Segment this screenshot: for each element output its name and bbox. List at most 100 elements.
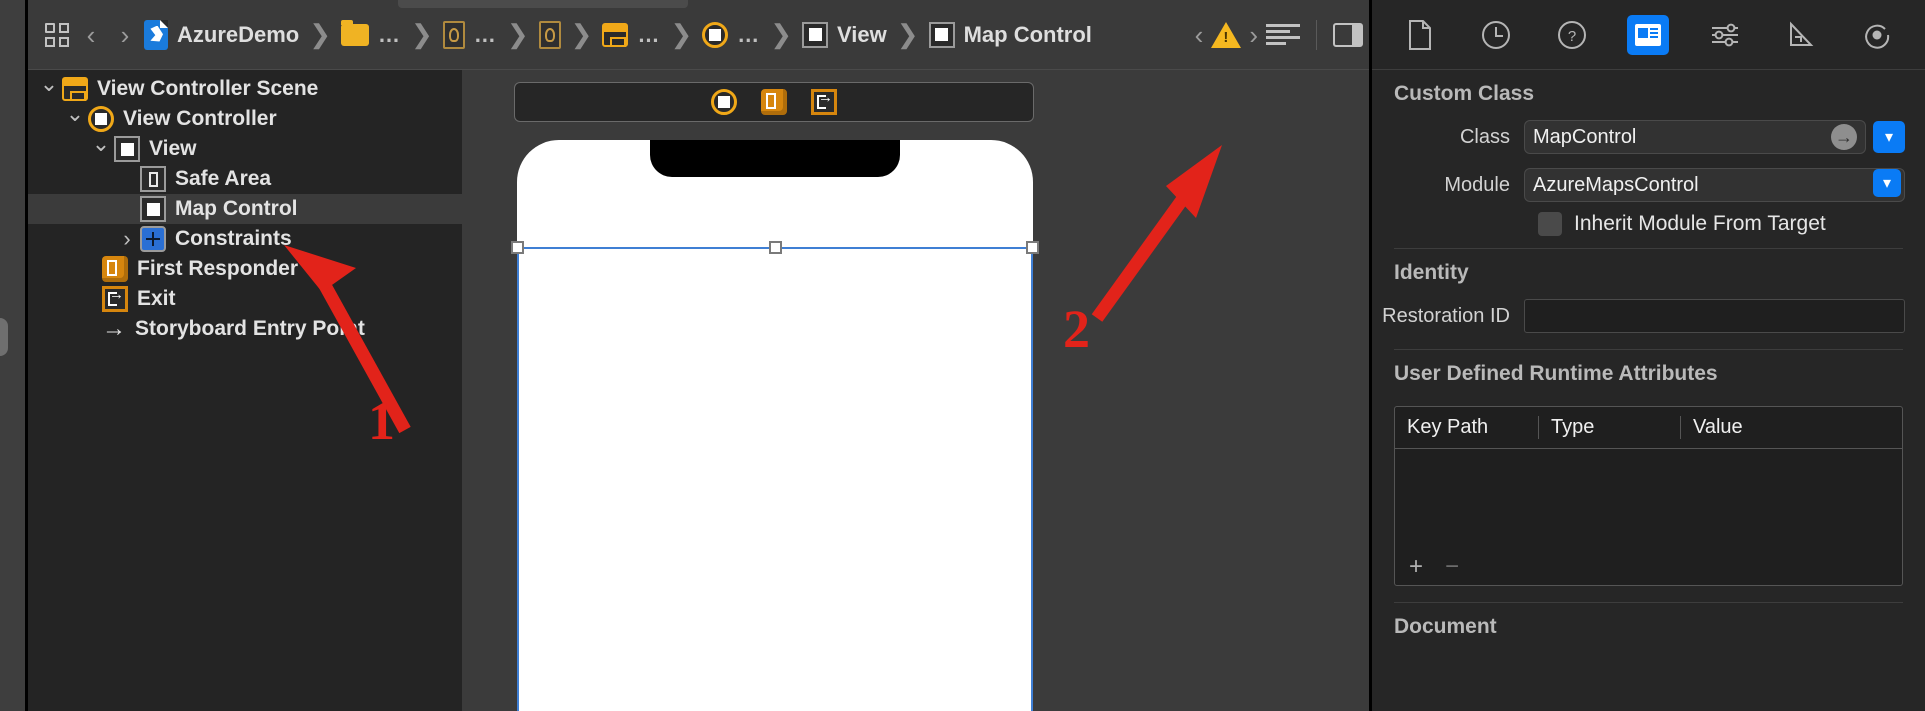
outline-row-label: View Controller Scene <box>97 77 319 100</box>
first-responder-icon[interactable] <box>761 89 787 115</box>
help-inspector-tab[interactable]: ? <box>1551 15 1593 55</box>
warning-icon[interactable] <box>1211 21 1242 48</box>
breadcrumb-separator: ❯ <box>570 19 593 49</box>
disclosure-triangle-icon[interactable] <box>62 106 88 132</box>
scene-icon <box>602 22 629 47</box>
file-inspector-tab[interactable] <box>1399 15 1441 55</box>
xcode-window: ‹ › AzureDemo ❯ … ❯ … ❯ ❯ … ❯ … ❯ View ❯… <box>0 0 1925 711</box>
breadcrumb-folder[interactable]: … <box>339 19 403 48</box>
view-icon <box>140 196 166 222</box>
previous-issue-button[interactable]: ‹ <box>1195 22 1204 48</box>
panel-resize-handle[interactable] <box>0 318 8 356</box>
breadcrumb-view[interactable]: View <box>800 21 889 48</box>
breadcrumb-file[interactable]: … <box>441 20 499 49</box>
navigator-gutter <box>0 0 25 711</box>
module-field[interactable]: AzureMapsControl ▾ <box>1524 168 1905 202</box>
view-controller-icon <box>88 106 114 132</box>
breadcrumb-label: Map Control <box>963 21 1092 47</box>
outline-row-map-control[interactable]: Map Control <box>28 194 462 224</box>
table-header-row: Key Path Type Value <box>1395 407 1902 449</box>
document-outline[interactable]: View Controller Scene View Controller Vi… <box>28 70 462 711</box>
exit-icon[interactable] <box>811 89 837 115</box>
disclosure-triangle-icon[interactable] <box>36 76 62 102</box>
breadcrumb-file-2[interactable] <box>537 20 563 49</box>
inspector-content: Custom Class Class MapControl → ▾ Module… <box>1372 70 1925 649</box>
outline-row-storyboard-entry-point[interactable]: → Storyboard Entry Point <box>28 314 462 344</box>
inherit-module-checkbox[interactable] <box>1538 212 1562 236</box>
outline-row-view-controller-scene[interactable]: View Controller Scene <box>28 74 462 104</box>
runtime-attributes-table[interactable]: Key Path Type Value + − <box>1394 406 1903 586</box>
jump-bar-right-group: ‹ › <box>1195 19 1363 50</box>
outline-row-label: Exit <box>137 287 176 310</box>
next-issue-button[interactable]: › <box>1249 22 1258 48</box>
selection-left-edge <box>517 247 519 711</box>
selection-handle-right[interactable] <box>1026 241 1039 254</box>
swift-file-icon <box>144 19 168 50</box>
jump-bar: ‹ › AzureDemo ❯ … ❯ … ❯ ❯ … ❯ … ❯ View ❯… <box>28 0 1369 70</box>
folder-icon <box>341 19 370 46</box>
identity-inspector-tab[interactable] <box>1627 14 1670 55</box>
breadcrumb-separator: ❯ <box>411 19 433 49</box>
class-field[interactable]: MapControl → <box>1524 120 1866 154</box>
panel-right-icon[interactable] <box>1333 22 1363 47</box>
breadcrumb-label: … <box>737 21 761 47</box>
identity-section-title: Identity <box>1394 261 1469 284</box>
document-icon <box>1409 19 1432 50</box>
scene-dock[interactable] <box>514 82 1034 122</box>
restoration-id-label: Restoration ID <box>1382 304 1510 327</box>
class-dropdown-button[interactable]: ▾ <box>1873 121 1905 153</box>
storyboard-doc-icon <box>538 20 561 49</box>
connections-inspector-tab[interactable] <box>1856 15 1898 55</box>
related-items-button[interactable] <box>40 18 74 52</box>
module-dropdown-button[interactable]: ▾ <box>1873 169 1901 197</box>
column-header-type: Type <box>1538 416 1680 439</box>
device-preview[interactable] <box>511 140 1039 711</box>
chevron-left-icon: ‹ <box>86 19 96 50</box>
view-icon <box>114 136 140 162</box>
device-notch <box>650 140 900 177</box>
breadcrumb-view-controller[interactable]: … <box>700 21 762 48</box>
view-controller-icon[interactable] <box>711 89 737 115</box>
breadcrumb-separator: ❯ <box>506 19 529 49</box>
outline-row-first-responder[interactable]: First Responder <box>28 254 462 284</box>
outline-row-view[interactable]: View <box>28 134 462 164</box>
restoration-id-input[interactable] <box>1524 299 1905 333</box>
outline-row-label: Safe Area <box>175 167 272 190</box>
attributes-inspector-tab[interactable] <box>1704 15 1746 55</box>
selection-handle-center[interactable] <box>769 241 782 254</box>
toolbar-divider <box>1316 19 1317 50</box>
outline-row-label: View Controller <box>123 107 277 130</box>
breadcrumb-map-control[interactable]: Map Control <box>927 21 1094 48</box>
inherit-module-row[interactable]: Inherit Module From Target <box>1372 212 1925 236</box>
jump-to-definition-icon[interactable]: → <box>1831 124 1857 150</box>
table-body[interactable] <box>1395 449 1902 549</box>
breadcrumb-separator: ❯ <box>309 19 332 49</box>
editor-tab-stub[interactable] <box>398 0 688 8</box>
outline-row-label: Constraints <box>175 227 292 250</box>
column-header-key-path: Key Path <box>1407 416 1489 438</box>
selection-handle-left[interactable] <box>511 241 524 254</box>
text-lines-icon[interactable] <box>1266 23 1300 46</box>
outline-row-view-controller[interactable]: View Controller <box>28 104 462 134</box>
size-inspector-tab[interactable] <box>1780 15 1822 55</box>
breadcrumb-project[interactable]: AzureDemo <box>142 19 301 50</box>
storyboard-canvas[interactable] <box>462 70 1369 711</box>
forward-button[interactable]: › <box>108 18 142 52</box>
remove-attribute-button[interactable]: − <box>1445 555 1459 579</box>
back-button[interactable]: ‹ <box>74 18 108 52</box>
disclosure-triangle-icon[interactable] <box>114 226 140 252</box>
disclosure-triangle-icon[interactable] <box>88 136 114 162</box>
constraints-icon <box>140 226 166 252</box>
outline-row-constraints[interactable]: Constraints <box>28 224 462 254</box>
outline-row-safe-area[interactable]: Safe Area <box>28 164 462 194</box>
chevron-down-icon: ▾ <box>1884 129 1894 146</box>
breadcrumb-label: … <box>473 21 497 47</box>
grid-icon <box>45 22 69 47</box>
breadcrumb-scene[interactable]: … <box>600 22 662 48</box>
storyboard-doc-icon <box>442 20 465 49</box>
outline-row-exit[interactable]: Exit <box>28 284 462 314</box>
history-inspector-tab[interactable] <box>1475 15 1517 55</box>
view-controller-icon <box>702 21 729 48</box>
add-attribute-button[interactable]: + <box>1409 555 1423 579</box>
sliders-icon <box>1711 23 1738 46</box>
